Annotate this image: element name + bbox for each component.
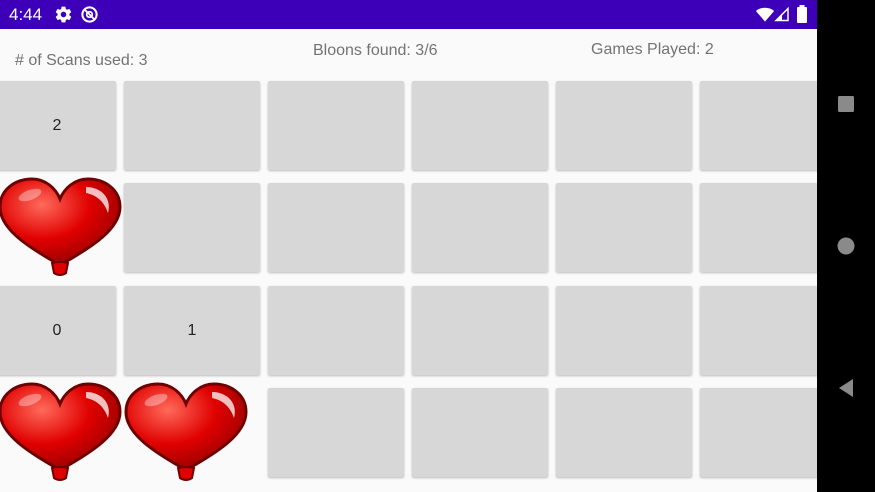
grid-cell[interactable] xyxy=(124,183,260,272)
game-screen: # of Scans used: 3 Bloons found: 3/6 Gam… xyxy=(0,29,817,492)
wifi-icon xyxy=(755,5,775,24)
grid-cell[interactable] xyxy=(556,183,692,272)
status-bar: 4:44 xyxy=(0,0,817,29)
grid-cell[interactable] xyxy=(700,388,817,477)
status-time: 4:44 xyxy=(9,5,43,24)
no-sim-icon xyxy=(80,5,99,24)
grid-cell[interactable] xyxy=(412,183,548,272)
grid-cell-scanned[interactable]: 2 xyxy=(0,81,116,170)
gear-icon xyxy=(54,5,73,24)
recents-square-icon[interactable] xyxy=(834,92,858,116)
grid-cell[interactable] xyxy=(412,286,548,375)
grid-cell[interactable] xyxy=(268,81,404,170)
grid-cell[interactable] xyxy=(700,286,817,375)
grid-cell-balloon[interactable] xyxy=(0,382,122,481)
grid-cell[interactable] xyxy=(412,388,548,477)
grid-cell[interactable] xyxy=(556,81,692,170)
grid-cell[interactable] xyxy=(268,183,404,272)
grid-cell[interactable] xyxy=(700,81,817,170)
game-grid: 2 0 1 xyxy=(0,29,817,492)
grid-cell[interactable] xyxy=(412,81,548,170)
navigation-bar xyxy=(817,0,875,492)
grid-cell-balloon[interactable] xyxy=(124,382,260,481)
grid-cell[interactable] xyxy=(268,286,404,375)
grid-cell[interactable] xyxy=(700,183,817,272)
grid-cell-scanned[interactable]: 1 xyxy=(124,286,260,375)
home-circle-icon[interactable] xyxy=(834,234,858,258)
cell-count-label: 0 xyxy=(52,321,62,339)
cell-count-label: 2 xyxy=(52,116,62,134)
signal-icon xyxy=(774,5,790,24)
grid-cell[interactable] xyxy=(556,388,692,477)
grid-cell[interactable] xyxy=(268,388,404,477)
grid-cell-scanned[interactable]: 0 xyxy=(0,286,116,375)
grid-cell-balloon[interactable] xyxy=(0,177,122,276)
back-triangle-icon[interactable] xyxy=(834,376,858,400)
cell-count-label: 1 xyxy=(187,321,197,339)
grid-cell[interactable] xyxy=(556,286,692,375)
grid-cell[interactable] xyxy=(124,81,260,170)
battery-icon xyxy=(796,5,808,24)
